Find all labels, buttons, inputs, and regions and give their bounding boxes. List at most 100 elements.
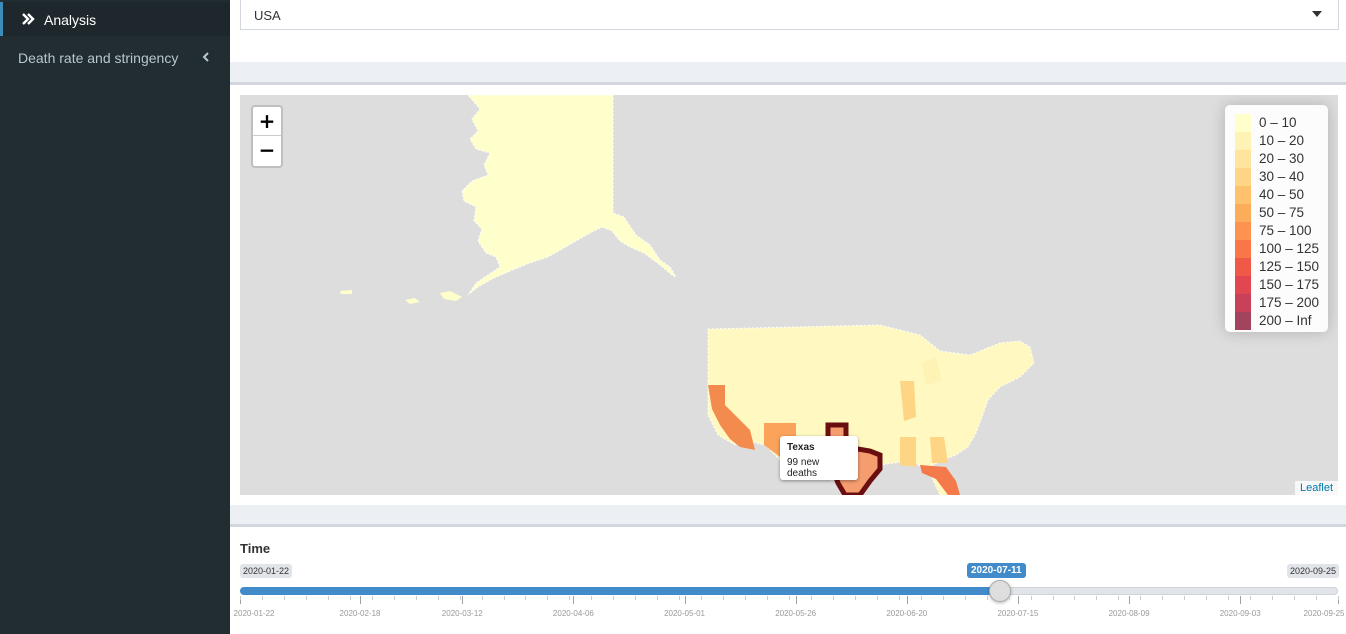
axis-minor-tick — [547, 596, 549, 600]
axis-tick-label: 2020-08-09 — [1108, 609, 1150, 618]
zoom-control: + − — [251, 105, 283, 168]
axis-minor-tick — [701, 596, 703, 600]
country-select-value: USA — [254, 8, 281, 23]
axis-minor-tick — [415, 596, 417, 600]
legend-swatch — [1235, 258, 1251, 276]
map-legend: 0 – 10 10 – 20 20 – 30 30 – 40 40 – 50 50 – 7… — [1225, 105, 1328, 332]
legend-swatch — [1235, 132, 1251, 150]
legend-item: 175 – 200 — [1235, 294, 1325, 312]
axis-minor-tick — [1162, 596, 1164, 600]
axis-minor-tick — [569, 596, 571, 600]
axis-minor-tick — [1250, 596, 1252, 600]
axis-minor-tick — [1272, 596, 1274, 600]
legend-swatch — [1235, 186, 1251, 204]
slider-min-label: 2020-01-22 — [240, 564, 293, 578]
legend-swatch — [1235, 240, 1251, 258]
zoom-out-button[interactable]: − — [253, 136, 281, 165]
legend-label: 200 – Inf — [1259, 313, 1312, 328]
map-shapes — [340, 95, 1035, 495]
legend-item: 30 – 40 — [1235, 168, 1325, 186]
legend-item: 10 – 20 — [1235, 132, 1325, 150]
legend-item: 200 – Inf — [1235, 312, 1325, 330]
map-tooltip: Texas 99 new deaths — [780, 436, 858, 480]
axis-minor-tick — [1294, 596, 1296, 600]
axis-minor-tick — [437, 596, 439, 600]
sidebar-item-death-rate[interactable]: Death rate and stringency — [0, 40, 230, 74]
axis-tick — [360, 596, 362, 604]
sidebar: Analysis Death rate and stringency — [0, 0, 230, 634]
axis-minor-tick — [481, 596, 483, 600]
axis-minor-tick — [393, 596, 395, 600]
caret-down-icon — [1312, 11, 1322, 17]
axis-tick — [1129, 596, 1131, 604]
axis-minor-tick — [723, 596, 725, 600]
axis-tick-label: 2020-03-12 — [441, 609, 483, 618]
legend-label: 0 – 10 — [1259, 115, 1297, 130]
leaflet-map[interactable]: + − 0 – 10 10 – 20 20 – 30 30 – 40 40 – 50 50… — [240, 95, 1338, 495]
tooltip-text: 99 new deaths — [787, 457, 820, 479]
axis-minor-tick — [1052, 596, 1054, 600]
legend-swatch — [1235, 294, 1251, 312]
axis-minor-tick — [1096, 596, 1098, 600]
axis-minor-tick — [613, 596, 615, 600]
axis-tick-label: 2020-05-01 — [664, 609, 705, 618]
axis-minor-tick — [876, 596, 878, 600]
legend-label: 50 – 75 — [1259, 205, 1305, 220]
axis-tick-label: 2020-04-06 — [552, 609, 594, 618]
axis-minor-tick — [679, 596, 681, 600]
chevron-left-icon — [202, 52, 209, 62]
double-chevron-right-icon — [22, 13, 35, 25]
legend-item: 150 – 175 — [1235, 276, 1325, 294]
legend-label: 40 – 50 — [1259, 187, 1305, 202]
axis-tick — [906, 596, 908, 604]
legend-label: 150 – 175 — [1259, 277, 1320, 292]
axis-minor-tick — [240, 596, 241, 600]
axis-tick-label: 2020-09-25 — [1303, 609, 1345, 618]
sidebar-item-label: Analysis — [44, 12, 97, 28]
legend-item: 100 – 125 — [1235, 240, 1325, 258]
legend-label: 100 – 125 — [1259, 241, 1320, 256]
legend-item: 75 – 100 — [1235, 222, 1325, 240]
legend-swatch — [1235, 312, 1251, 330]
axis-minor-tick — [349, 596, 351, 600]
legend-label: 10 – 20 — [1259, 133, 1305, 148]
slider-axis: 2020-01-22 2020-02-18 2020-03-12 2020-04-06… — [234, 596, 1344, 626]
axis-minor-tick — [1074, 596, 1076, 600]
slider-current-label: 2020-07-11 — [967, 563, 1026, 578]
legend-label: 175 – 200 — [1259, 295, 1320, 310]
axis-tick-label: 2020-01-22 — [233, 609, 275, 618]
sidebar-item-analysis[interactable]: Analysis — [0, 2, 230, 36]
axis-minor-tick — [1184, 596, 1186, 600]
axis-tick — [1017, 596, 1019, 604]
axis-minor-tick — [920, 596, 922, 600]
axis-minor-tick — [1140, 596, 1142, 600]
axis-minor-tick — [1338, 596, 1339, 600]
country-select[interactable]: USA — [240, 0, 1339, 30]
axis-tick — [795, 596, 797, 604]
axis-minor-tick — [810, 596, 812, 600]
tooltip-title: Texas — [787, 442, 815, 453]
map-attribution-link[interactable]: Leaflet — [1294, 481, 1338, 495]
legend-swatch — [1235, 276, 1251, 294]
legend-item: 40 – 50 — [1235, 186, 1325, 204]
axis-minor-tick — [459, 596, 461, 600]
legend-item: 20 – 30 — [1235, 150, 1325, 168]
axis-tick-label: 2020-09-03 — [1219, 609, 1261, 618]
axis-tick-label: 2020-07-15 — [997, 609, 1039, 618]
axis-minor-tick — [1206, 596, 1208, 600]
axis-minor-tick — [591, 596, 593, 600]
alaska-islands — [340, 290, 462, 304]
axis-minor-tick — [1118, 596, 1120, 600]
axis-tick — [684, 596, 686, 604]
legend-swatch — [1235, 150, 1251, 168]
axis-minor-tick — [261, 596, 263, 600]
axis-minor-tick — [745, 596, 747, 600]
zoom-in-button[interactable]: + — [253, 107, 281, 136]
axis-tick-label: 2020-02-18 — [339, 609, 381, 618]
axis-minor-tick — [789, 596, 790, 600]
legend-swatch — [1235, 222, 1251, 240]
axis-minor-tick — [283, 596, 285, 600]
axis-tick-label: 2020-05-26 — [775, 609, 817, 618]
legend-label: 125 – 150 — [1259, 259, 1320, 274]
legend-label: 20 – 30 — [1259, 151, 1305, 166]
